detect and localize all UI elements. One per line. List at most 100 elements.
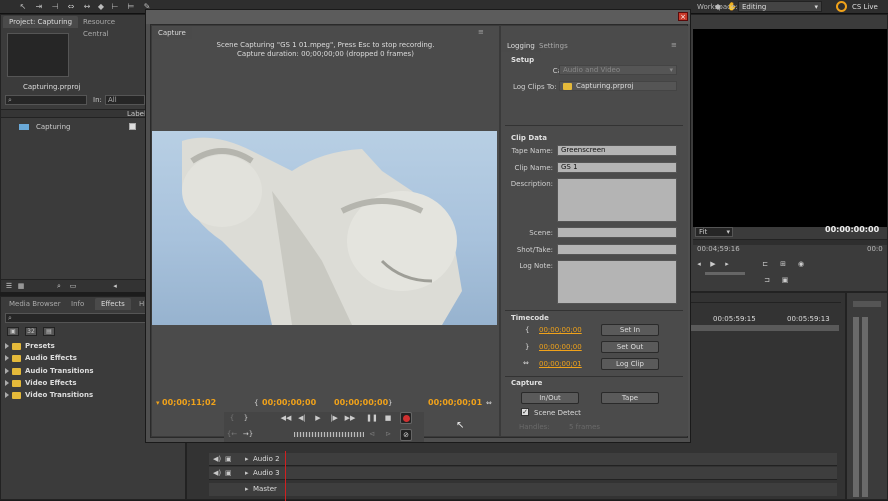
in-out-button[interactable]: In/Out (521, 392, 579, 404)
effects-folder-video-effects[interactable]: Video Effects (5, 379, 77, 387)
export-frame-icon[interactable]: ▣ (779, 275, 791, 285)
workspace-select[interactable]: Editing ▾ (738, 1, 822, 12)
tab-capture[interactable]: Capture (152, 27, 192, 39)
rewind-icon[interactable]: ◀◀ (280, 413, 292, 423)
speaker-icon[interactable]: ◀) (213, 469, 221, 477)
32bit-effects-icon[interactable]: 32 (25, 327, 37, 336)
jog-shuttle[interactable] (705, 272, 745, 275)
tab-project[interactable]: Project: Capturing (3, 16, 79, 28)
speaker-icon[interactable]: ◀) (213, 455, 221, 463)
effects-folder-presets[interactable]: Presets (5, 342, 55, 350)
record-button[interactable] (400, 412, 412, 424)
expand-icon[interactable] (5, 343, 9, 349)
log-clip-button[interactable]: Log Clip (601, 358, 659, 370)
expand-icon[interactable]: ▸ (245, 469, 249, 477)
tab-info[interactable]: Info (65, 298, 90, 310)
set-out-icon[interactable]: } (240, 413, 252, 423)
expand-icon[interactable] (5, 355, 9, 361)
pause-icon[interactable]: ❚❚ (366, 413, 378, 423)
output-icon[interactable]: ◉ (795, 259, 807, 269)
log-clips-to-select[interactable]: Capturing.prproj (559, 81, 677, 91)
track-audio-3[interactable]: ◀) ▣ ▸ Audio 3 (209, 467, 837, 480)
search-input[interactable]: ⌕ (5, 95, 87, 105)
shuttle-slider[interactable] (294, 432, 364, 437)
track-select-tool-icon[interactable]: ⇥ (34, 2, 44, 12)
step-forward-icon[interactable]: |▶ (328, 413, 340, 423)
slide-tool-icon[interactable]: ⊨ (126, 2, 136, 12)
effects-folder-audio-transitions[interactable]: Audio Transitions (5, 367, 94, 375)
handles-value[interactable]: 5 frames (569, 423, 600, 431)
label-column-header[interactable]: Label (127, 110, 146, 118)
timecode-out-value[interactable]: 00;00;00;00 (539, 343, 582, 351)
yuv-effects-icon[interactable]: ▤ (43, 327, 55, 336)
log-note-field[interactable] (557, 260, 677, 304)
scene-detect-checkbox[interactable]: ✓ (521, 408, 529, 416)
accelerated-effects-icon[interactable]: ▣ (7, 327, 19, 336)
project-item[interactable]: Capturing (36, 123, 71, 131)
expand-icon[interactable] (5, 368, 9, 374)
set-in-button[interactable]: Set In (601, 324, 659, 336)
safe-margins-icon[interactable]: ⊞ (777, 259, 789, 269)
slow-play-icon[interactable]: ⊳ (382, 429, 394, 439)
current-timecode[interactable]: 00;00;11;02 (162, 398, 216, 407)
cs-live-label[interactable]: CS Live (852, 3, 878, 11)
out-point-timecode[interactable]: 00;00;00;00 (334, 398, 388, 407)
fast-forward-icon[interactable]: ▶▶ (344, 413, 356, 423)
play-icon[interactable]: ▶ (312, 413, 324, 423)
step-forward-icon[interactable]: ▸ (721, 259, 733, 269)
new-bin-icon[interactable]: ▭ (67, 281, 79, 291)
duration-timecode[interactable]: 00;00;00;01 (428, 398, 482, 407)
close-icon[interactable]: × (678, 12, 688, 21)
sync-lock-icon[interactable]: ▣ (225, 455, 232, 463)
sync-lock-icon[interactable]: ▣ (225, 469, 232, 477)
selection-tool-icon[interactable]: ↖ (18, 2, 28, 12)
shot-take-field[interactable] (557, 244, 677, 255)
label-swatch[interactable] (129, 123, 136, 130)
set-out-button[interactable]: Set Out (601, 341, 659, 353)
step-back-icon[interactable]: ◀| (296, 413, 308, 423)
rolling-edit-tool-icon[interactable]: ⇔ (66, 2, 76, 12)
expand-icon[interactable]: ▸ (245, 485, 249, 493)
tab-media-browser[interactable]: Media Browser (3, 298, 67, 310)
playhead[interactable] (285, 451, 286, 501)
tab-settings[interactable]: Settings (533, 40, 574, 52)
effects-folder-video-transitions[interactable]: Video Transitions (5, 391, 93, 399)
expand-icon[interactable] (5, 392, 9, 398)
lift-icon[interactable]: ⊏ (759, 259, 771, 269)
tab-effects[interactable]: Effects (95, 298, 131, 310)
effects-folder-audio-effects[interactable]: Audio Effects (5, 354, 77, 362)
in-select[interactable]: All (105, 95, 145, 105)
clip-name-field[interactable]: GS 1 (557, 162, 677, 173)
icon-view-icon[interactable]: ▦ (15, 281, 27, 291)
panel-menu-icon[interactable]: ≡ (671, 41, 677, 49)
track-audio-2[interactable]: ◀) ▣ ▸ Audio 2 (209, 453, 837, 466)
stop-icon[interactable]: ■ (382, 413, 394, 423)
trim-icon[interactable]: ⊐ (761, 275, 773, 285)
goto-out-icon[interactable]: →} (242, 429, 254, 439)
audio-meters-tab[interactable] (853, 301, 881, 307)
scene-search-icon[interactable]: ⊘ (400, 429, 412, 441)
tape-button[interactable]: Tape (601, 392, 659, 404)
expand-icon[interactable]: ▸ (245, 455, 249, 463)
timecode-in-value[interactable]: 00;00;00;00 (539, 326, 582, 334)
razor-tool-icon[interactable]: ◆ (96, 2, 106, 12)
program-timecode[interactable]: 00:00:00:00 (825, 225, 879, 234)
scene-field[interactable] (557, 227, 677, 238)
play-icon[interactable]: ▶ (707, 259, 719, 269)
timecode-duration-value[interactable]: 00;00;00;01 (539, 360, 582, 368)
scroll-left-icon[interactable]: ◂ (109, 281, 121, 291)
expand-icon[interactable] (5, 380, 9, 386)
find-icon[interactable]: ⌕ (53, 281, 65, 291)
list-view-icon[interactable]: ☰ (3, 281, 15, 291)
in-point-timecode[interactable]: 00;00;00;00 (262, 398, 316, 407)
slip-tool-icon[interactable]: ⊢ (110, 2, 120, 12)
step-back-icon[interactable]: ◂ (693, 259, 705, 269)
goto-in-icon[interactable]: {← (226, 429, 238, 439)
track-master[interactable]: ▸ Master (209, 483, 837, 496)
ripple-edit-tool-icon[interactable]: ⊣ (50, 2, 60, 12)
set-in-icon[interactable]: { (226, 413, 238, 423)
description-field[interactable] (557, 178, 677, 222)
slow-reverse-icon[interactable]: ⊲ (366, 429, 378, 439)
tape-name-field[interactable]: Greenscreen (557, 145, 677, 156)
cs-live-icon[interactable] (836, 1, 847, 12)
